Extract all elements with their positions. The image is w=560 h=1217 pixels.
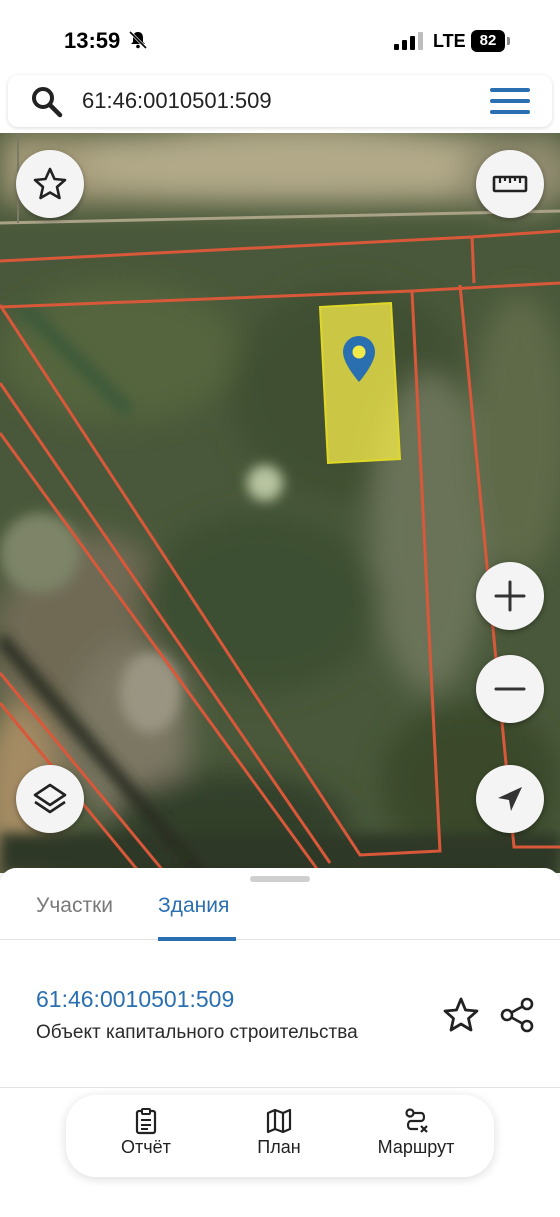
tab-buildings[interactable]: Здания [158, 894, 229, 940]
result-cadastral-number[interactable]: 61:46:0010501:509 [36, 986, 234, 1013]
zoom-in-button[interactable] [476, 562, 544, 630]
favorite-map-button[interactable] [16, 150, 84, 218]
navigation-arrow-icon [498, 787, 522, 811]
location-pin-icon[interactable] [342, 335, 376, 383]
plan-label: План [257, 1137, 301, 1157]
plus-icon [494, 580, 526, 612]
battery-indicator: 82 [471, 30, 511, 52]
share-icon[interactable] [498, 996, 536, 1034]
bottom-sheet: Участки Здания 61:46:0010501:509 Объект … [0, 868, 560, 1217]
layers-button[interactable] [16, 765, 84, 833]
status-time: 13:59 [64, 28, 121, 53]
tab-bar: Участки Здания [0, 882, 560, 941]
hamburger-menu-icon[interactable] [490, 87, 530, 115]
signal-strength-icon [394, 32, 423, 50]
search-bar [8, 75, 552, 127]
layers-icon [33, 783, 67, 814]
star-icon [33, 167, 67, 200]
result-object-type: Объект капитального строительства [36, 1022, 358, 1043]
minus-icon [494, 687, 526, 691]
route-icon [405, 1108, 428, 1133]
map-view[interactable] [0, 133, 560, 873]
ruler-button[interactable] [476, 150, 544, 218]
report-button[interactable]: Отчёт [108, 1107, 184, 1167]
battery-tip [507, 37, 510, 45]
result-item[interactable]: 61:46:0010501:509 Объект капитального ст… [0, 940, 560, 1088]
action-bar: Отчёт План Маршрут [66, 1095, 494, 1177]
route-button[interactable]: Маршрут [366, 1107, 466, 1167]
route-label: Маршрут [377, 1137, 455, 1157]
battery-level: 82 [471, 30, 505, 52]
tab-parcels[interactable]: Участки [36, 894, 113, 940]
status-bar: 13:59 LTE 82 [0, 0, 560, 80]
muted-bell-icon [128, 30, 148, 50]
search-icon[interactable] [30, 85, 64, 119]
satellite-map[interactable] [0, 133, 560, 873]
network-type: LTE [433, 31, 466, 51]
search-input[interactable] [82, 83, 462, 119]
plan-button[interactable]: План [242, 1107, 316, 1167]
my-location-button[interactable] [476, 765, 544, 833]
report-label: Отчёт [121, 1137, 171, 1157]
zoom-out-button[interactable] [476, 655, 544, 723]
star-icon[interactable] [442, 996, 480, 1034]
map-icon [266, 1108, 292, 1134]
ruler-icon [492, 175, 528, 193]
clipboard-icon [135, 1108, 157, 1135]
